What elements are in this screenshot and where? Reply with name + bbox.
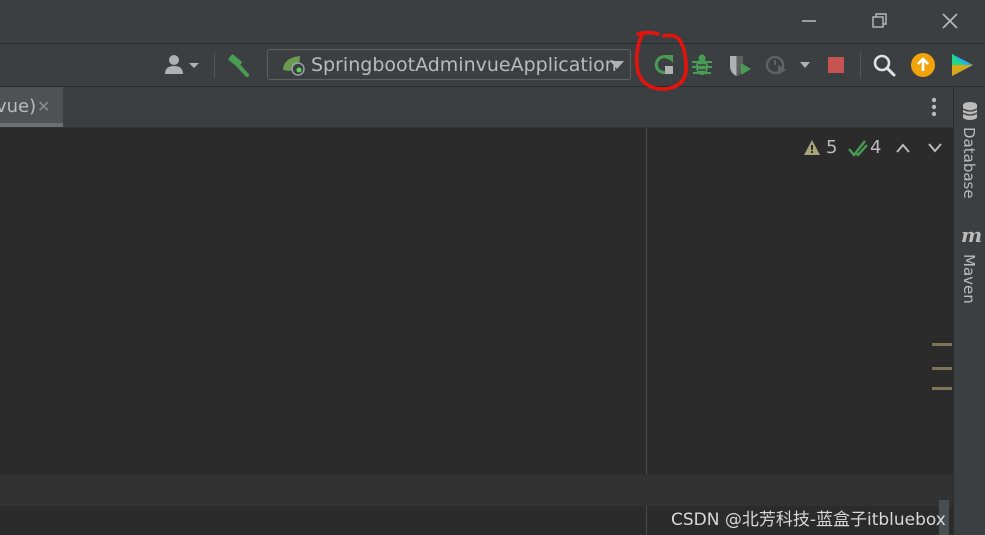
build-button[interactable] <box>225 52 251 78</box>
user-menu-button[interactable] <box>162 52 202 78</box>
user-icon <box>165 55 199 74</box>
editor-tab-label: vue) <box>0 96 37 117</box>
database-tool-label[interactable]: Database <box>960 127 978 199</box>
right-tool-stripe: Database m Maven <box>953 87 985 535</box>
editor-tab[interactable]: vue) ✕ <box>0 87 63 127</box>
tab-close-icon[interactable]: ✕ <box>37 97 50 116</box>
main-toolbar: SpringbootAdminvueApplication <box>0 44 985 87</box>
toolbar-separator <box>860 52 861 78</box>
run-configuration-selector[interactable]: SpringbootAdminvueApplication <box>267 49 631 80</box>
chevron-up-icon[interactable] <box>895 142 911 154</box>
search-everywhere-button[interactable] <box>871 52 897 78</box>
warning-icon <box>804 140 820 155</box>
ide-update-button[interactable] <box>910 52 936 78</box>
close-window-button[interactable] <box>936 8 964 34</box>
tab-actions-menu-button[interactable] <box>926 96 942 118</box>
coverage-icon <box>730 56 751 76</box>
code-editor[interactable]: 5 4 <box>0 128 953 535</box>
editor-tab-bar: vue) ✕ <box>0 87 953 128</box>
run-configuration-name: SpringbootAdminvueApplication <box>311 54 617 76</box>
database-tool-button[interactable] <box>960 101 980 121</box>
caret-line-highlight <box>0 475 953 506</box>
close-icon <box>942 13 958 29</box>
right-margin-guide <box>646 128 647 535</box>
minimize-button[interactable] <box>795 8 823 34</box>
chevron-down-icon[interactable] <box>927 142 943 154</box>
stop-button[interactable] <box>823 52 849 78</box>
double-check-icon <box>848 140 868 157</box>
toolbar-separator <box>214 52 215 78</box>
warning-count: 5 <box>826 137 838 158</box>
search-icon <box>873 54 896 77</box>
maven-tool-label[interactable]: Maven <box>960 254 978 304</box>
error-stripe-mark[interactable] <box>932 343 952 346</box>
update-icon <box>911 53 935 77</box>
red-circle-annotation <box>634 30 688 91</box>
chevron-down-icon <box>610 61 624 69</box>
spring-boot-icon <box>283 56 305 76</box>
minimize-icon <box>802 20 816 22</box>
hammer-icon <box>228 54 249 77</box>
stop-icon <box>828 57 844 73</box>
passed-count: 4 <box>870 137 882 158</box>
more-vertical-icon <box>931 97 937 117</box>
run-with-coverage-button[interactable] <box>727 52 753 78</box>
toolbox-button[interactable] <box>949 52 975 78</box>
database-icon <box>962 102 978 120</box>
restore-button[interactable] <box>865 8 893 34</box>
active-tab-indicator <box>0 123 63 127</box>
ide-window: SpringbootAdminvueApplication vue) ✕ 5 4… <box>0 0 985 535</box>
profiler-icon <box>765 55 810 75</box>
title-bar <box>0 0 985 44</box>
restore-icon <box>872 13 887 28</box>
maven-icon[interactable]: m <box>961 223 982 247</box>
profile-button[interactable] <box>764 52 814 78</box>
error-stripe-mark[interactable] <box>932 367 952 370</box>
error-stripe-mark[interactable] <box>932 387 952 390</box>
toolbox-icon <box>952 54 973 76</box>
csdn-watermark: CSDN @北芳科技-蓝盒子itbluebox <box>671 510 946 530</box>
